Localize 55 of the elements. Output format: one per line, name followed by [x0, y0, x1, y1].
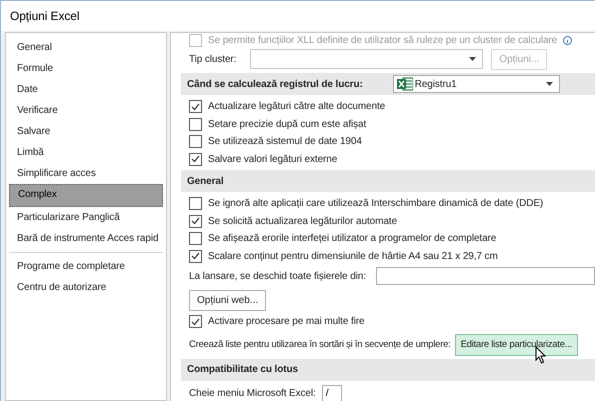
sidebar-item[interactable]: Date — [9, 79, 163, 100]
sidebar-item[interactable]: Salvare — [9, 121, 163, 142]
input-field[interactable] — [376, 267, 595, 285]
field-label: La lansare, se deschid toate fișierele din: — [189, 270, 366, 282]
checkmark-icon — [191, 252, 200, 260]
window-title: Opțiuni Excel — [10, 9, 80, 23]
checkbox-label: Se utilizează sistemul de date 1904 — [208, 136, 362, 148]
checkbox[interactable] — [189, 250, 202, 263]
checkbox-label: Se afișează erorile interfeței utilizator a programelor de completare — [208, 233, 496, 244]
checkbox[interactable] — [189, 197, 202, 210]
checkbox[interactable] — [189, 152, 202, 166]
dropdown-arrow-icon — [546, 82, 553, 86]
checkmark-icon — [191, 318, 200, 326]
sidebar-item[interactable]: Formule — [9, 58, 163, 79]
section-title: General — [187, 176, 224, 186]
field-label: Creează liste pentru utilizarea în sortări și în secvențe de umplere: — [189, 339, 451, 350]
checkbox-label: Scalare conținut pentru dimensiunile de hârtie A4 sau 21 x 29,7 cm — [208, 250, 498, 262]
checkbox[interactable] — [189, 232, 202, 246]
dropdown[interactable]: Registru1 — [392, 75, 560, 93]
checkbox-label: Activare procesare pe mai multe fire — [208, 316, 364, 328]
checkbox[interactable] — [189, 214, 202, 228]
info-icon — [563, 36, 572, 44]
sidebar-item[interactable]: Limbă — [9, 142, 163, 163]
dropdown-value: Registru1 — [414, 78, 458, 90]
checkbox[interactable] — [189, 135, 202, 148]
checkbox-label: Setare precizie după cum este afișat — [208, 118, 366, 130]
button[interactable]: Opțiuni web... — [189, 290, 266, 310]
sidebar-item[interactable]: Programe de completare — [9, 256, 163, 277]
checkbox[interactable] — [189, 34, 202, 46]
checkbox-label: Actualizare legături către alte documente — [208, 101, 386, 112]
field-label: Tip cluster: — [189, 54, 236, 64]
input-field[interactable]: / — [322, 384, 342, 401]
checkmark-icon — [191, 155, 200, 164]
sidebar-item[interactable]: Particularizare Panglică — [9, 207, 163, 228]
checkbox[interactable] — [189, 100, 202, 114]
checkbox-label: Se ignoră alte aplicații care utilizează Interschimbare dinamică de date (DDE) — [208, 198, 544, 210]
checkbox-label: Se permite funcțiilor XLL definite de utilizator să ruleze pe un cluster de calculare — [208, 34, 558, 46]
section-title: Când se calculează registrul de lucru: — [187, 78, 363, 90]
dropdown-arrow-icon — [469, 57, 476, 61]
checkmark-icon — [191, 217, 200, 226]
sidebar-item[interactable]: Bară de instrumente Acces rapid — [9, 228, 163, 249]
sidebar-item[interactable]: Centru de autorizare — [9, 277, 163, 298]
button[interactable]: Editare liste particularizate... — [454, 334, 578, 356]
field-label: Cheie meniu Microsoft Excel: — [189, 388, 316, 399]
sidebar-item[interactable]: Complex — [9, 184, 163, 207]
checkbox[interactable] — [189, 118, 202, 131]
sidebar-item[interactable]: General — [9, 37, 163, 58]
spreadsheet-icon — [396, 77, 413, 91]
sidebar-item[interactable]: Verificare — [9, 100, 163, 121]
checkbox-label: Se solicită actualizarea legăturilor automate — [208, 216, 397, 227]
checkmark-icon — [191, 102, 200, 111]
section-title: Compatibilitate cu lotus — [187, 364, 298, 375]
sidebar-item[interactable]: Simplificare acces — [9, 163, 163, 184]
checkbox[interactable] — [189, 315, 202, 328]
checkbox-label: Salvare valori legături externe — [208, 154, 338, 165]
